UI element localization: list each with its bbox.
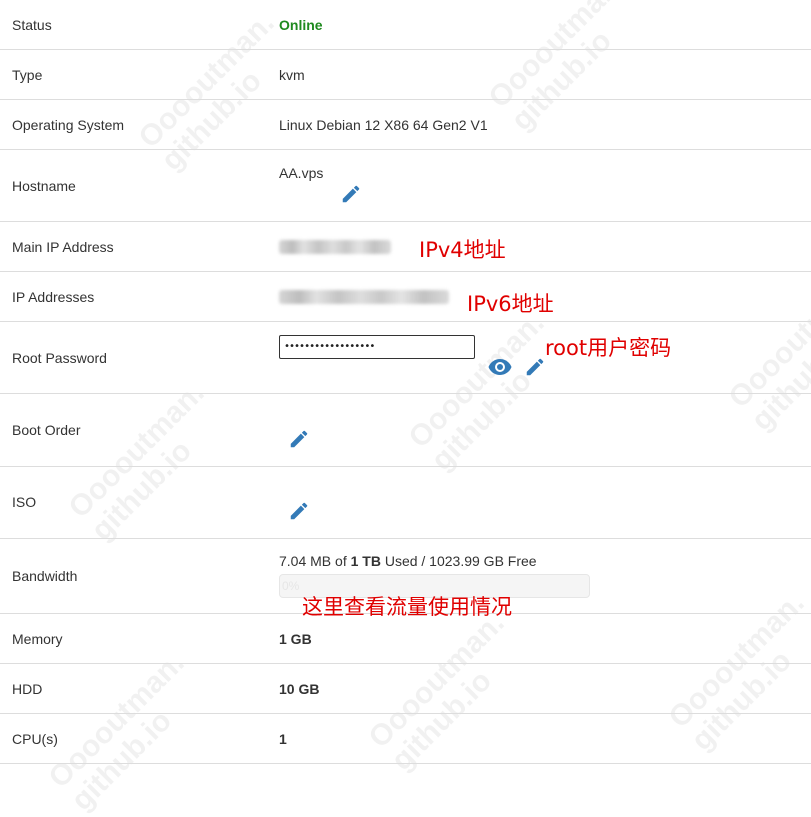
ip-addresses-label: IP Addresses <box>12 289 95 305</box>
row-hostname: Hostname AA.vps <box>0 150 811 222</box>
row-boot-order: Boot Order <box>0 394 811 467</box>
root-password-label: Root Password <box>12 350 107 366</box>
os-label: Operating System <box>12 117 125 133</box>
edit-hostname-pencil-icon[interactable] <box>340 183 362 205</box>
row-os: Operating System Linux Debian 12 X86 64 … <box>0 100 811 150</box>
cpu-value: 1 <box>279 731 287 747</box>
root-password-field[interactable]: •••••••••••••••••• <box>279 335 475 359</box>
main-ip-annotation: IPv4地址 <box>419 238 506 262</box>
row-memory: Memory 1 GB <box>0 614 811 664</box>
row-hdd: HDD 10 GB <box>0 664 811 714</box>
row-type: Type kvm <box>0 50 811 100</box>
show-password-eye-icon[interactable] <box>488 358 512 376</box>
server-info-table: Status Online Type kvm Operating System … <box>0 0 811 764</box>
status-label: Status <box>12 17 52 33</box>
hdd-value: 10 GB <box>279 681 320 697</box>
main-ip-label: Main IP Address <box>12 239 114 255</box>
type-label: Type <box>12 67 43 83</box>
ip-addresses-value-redacted <box>279 290 449 304</box>
row-bandwidth: Bandwidth 7.04 MB of 1 TB Used / 1023.99… <box>0 539 811 619</box>
os-value: Linux Debian 12 X86 64 Gen2 V1 <box>279 117 488 133</box>
hostname-label: Hostname <box>12 178 76 194</box>
row-ip-addresses: IP Addresses IPv6地址 <box>0 272 811 322</box>
edit-boot-order-pencil-icon[interactable] <box>288 428 310 450</box>
hostname-value: AA.vps <box>279 165 324 181</box>
cpu-label: CPU(s) <box>12 731 58 747</box>
main-ip-value-redacted <box>279 240 391 254</box>
bandwidth-used: 7.04 MB of <box>279 553 351 569</box>
memory-label: Memory <box>12 631 63 647</box>
memory-value: 1 GB <box>279 631 312 647</box>
type-value: kvm <box>279 67 305 83</box>
row-main-ip: Main IP Address IPv4地址 <box>0 222 811 272</box>
bandwidth-label: Bandwidth <box>12 568 78 584</box>
bandwidth-total: 1 TB <box>350 553 381 569</box>
row-iso: ISO <box>0 467 811 539</box>
hdd-label: HDD <box>12 681 43 697</box>
root-password-annotation: root用户密码 <box>545 336 672 360</box>
edit-password-pencil-icon[interactable] <box>524 356 546 378</box>
bandwidth-rest: Used / 1023.99 GB Free <box>380 553 537 569</box>
bandwidth-usage-text: 7.04 MB of 1 TB Used / 1023.99 GB Free <box>279 553 537 569</box>
ip-addresses-annotation: IPv6地址 <box>467 292 554 316</box>
status-value: Online <box>279 17 323 33</box>
row-status: Status Online <box>0 0 811 50</box>
row-root-password: Root Password •••••••••••••••••• root用户密… <box>0 322 811 394</box>
boot-order-label: Boot Order <box>12 422 81 438</box>
edit-iso-pencil-icon[interactable] <box>288 500 310 522</box>
bandwidth-progress-text: 0% <box>282 579 300 593</box>
iso-label: ISO <box>12 494 37 510</box>
row-cpu: CPU(s) 1 <box>0 714 811 764</box>
